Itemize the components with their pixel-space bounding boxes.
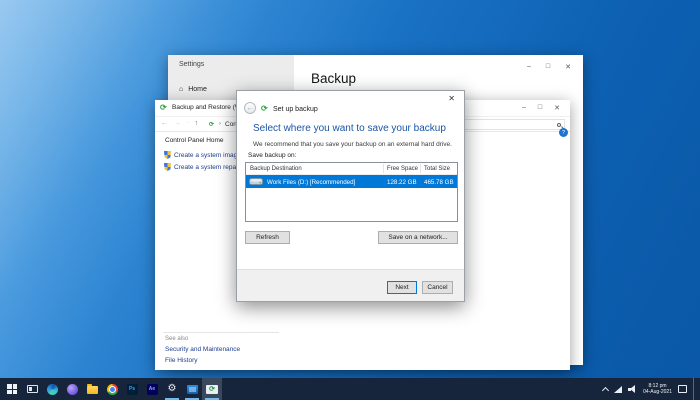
taskbar: Ps Ae ⚙ ⟳ 8:12 pm 04-Aug-2021	[0, 378, 700, 400]
close-icon[interactable]: ✕	[448, 94, 455, 103]
backup-restore-icon: ⟳	[206, 385, 218, 394]
taskbar-item-backup-restore[interactable]: ⟳	[202, 378, 222, 400]
column-divider	[383, 164, 384, 173]
uac-shield-icon	[164, 163, 171, 171]
drive-row-selected[interactable]: Work Files (D:) [Recommended] 128.22 GB …	[246, 175, 457, 188]
maximize-icon[interactable]: □	[538, 104, 542, 112]
cortana-icon	[67, 384, 78, 395]
home-label: Home	[188, 86, 207, 93]
save-backup-on-label: Save backup on:	[248, 152, 296, 159]
breadcrumb-chevron-icon[interactable]: ›	[219, 121, 221, 127]
security-maintenance-link[interactable]: Security and Maintenance	[165, 346, 240, 353]
folder-icon	[87, 386, 98, 394]
settings-window-title: Settings	[179, 61, 204, 68]
after-effects-icon: Ae	[147, 384, 158, 395]
settings-page-title: Backup	[311, 71, 356, 86]
back-arrow-icon: ←	[247, 105, 254, 112]
edge-icon	[47, 384, 58, 395]
close-icon[interactable]: ✕	[554, 104, 560, 112]
divider	[163, 332, 279, 333]
gear-icon: ⚙	[168, 384, 177, 394]
taskbar-item-edge[interactable]	[42, 378, 62, 400]
dialog-footer: Next Cancel	[237, 269, 464, 301]
drive-free-space: 128.22 GB	[387, 179, 417, 186]
taskbar-item-control-panel[interactable]	[182, 378, 202, 400]
photoshop-icon: Ps	[127, 384, 138, 395]
save-on-network-button[interactable]: Save on a network...	[378, 231, 458, 244]
drive-name: Work Files (D:) [Recommended]	[267, 179, 355, 186]
file-history-link[interactable]: File History	[165, 357, 198, 364]
dialog-title: Set up backup	[273, 106, 318, 113]
windows-logo-icon	[7, 384, 17, 394]
next-button[interactable]: Next	[387, 281, 417, 294]
minimize-icon[interactable]: –	[527, 63, 531, 71]
taskbar-item-settings[interactable]: ⚙	[162, 378, 182, 400]
backup-destination-list: Backup Destination Free Space Total Size…	[245, 162, 458, 222]
maximize-icon[interactable]: □	[546, 63, 550, 71]
desktop: Settings – □ ✕ ⌂ Home Backup ⟳ Backup an…	[0, 0, 700, 400]
forward-icon[interactable]: →	[174, 120, 181, 128]
list-header: Backup Destination Free Space Total Size	[246, 163, 457, 175]
sidebar-item-home[interactable]: ⌂ Home	[179, 86, 207, 93]
navigation-buttons: ← → ˇ ↑	[161, 120, 198, 128]
taskbar-item-chrome[interactable]	[102, 378, 122, 400]
back-button[interactable]: ←	[244, 102, 256, 114]
search-input[interactable]	[457, 119, 565, 130]
start-button[interactable]	[2, 378, 22, 400]
dialog-heading: Select where you want to save your backu…	[253, 123, 446, 134]
help-icon[interactable]: ?	[559, 128, 568, 137]
create-system-image-link[interactable]: Create a system image	[164, 151, 241, 159]
speaker-icon[interactable]	[628, 385, 637, 393]
taskbar-clock[interactable]: 8:12 pm 04-Aug-2021	[643, 383, 672, 395]
home-icon: ⌂	[179, 86, 183, 93]
close-icon[interactable]: ✕	[565, 63, 571, 71]
taskbar-item-cortana[interactable]	[62, 378, 82, 400]
settings-caption-buttons: – □ ✕	[527, 63, 571, 71]
setup-backup-dialog: ✕ ← ⟳ Set up backup Select where you wan…	[236, 90, 465, 302]
taskbar-item-file-explorer[interactable]	[82, 378, 102, 400]
column-header-free-space[interactable]: Free Space	[387, 166, 418, 172]
task-view-icon	[27, 385, 38, 393]
history-dropdown-icon[interactable]: ˇ	[187, 122, 189, 128]
action-center-icon[interactable]	[678, 385, 687, 393]
control-panel-home-link[interactable]: Control Panel Home	[165, 137, 224, 144]
control-panel-icon	[187, 385, 198, 394]
column-header-total-size[interactable]: Total Size	[424, 166, 450, 172]
taskbar-icons: Ps Ae ⚙ ⟳	[0, 378, 222, 400]
show-hidden-icons-chevron[interactable]	[602, 386, 609, 393]
taskbar-item-photoshop[interactable]: Ps	[122, 378, 142, 400]
up-icon[interactable]: ↑	[195, 120, 199, 128]
drive-total-size: 465.78 GB	[424, 179, 454, 186]
system-tray: 8:12 pm 04-Aug-2021	[603, 378, 700, 400]
cancel-button[interactable]: Cancel	[422, 281, 453, 294]
minimize-icon[interactable]: –	[522, 104, 526, 112]
hard-drive-icon	[249, 177, 263, 186]
column-divider	[420, 164, 421, 173]
refresh-button[interactable]: Refresh	[245, 231, 290, 244]
back-icon[interactable]: ←	[161, 120, 168, 128]
dialog-description: We recommend that you save your backup o…	[253, 141, 452, 148]
network-signal-icon[interactable]	[614, 386, 622, 393]
search-icon	[557, 123, 561, 127]
taskbar-item-after-effects[interactable]: Ae	[142, 378, 162, 400]
backup-restore-app-icon: ⟳	[160, 103, 167, 112]
backup-icon: ⟳	[261, 104, 268, 113]
task-view-button[interactable]	[22, 378, 42, 400]
breadcrumb-app-icon: ⟳	[209, 121, 214, 128]
show-desktop-button[interactable]	[693, 378, 697, 400]
window-caption-buttons: – □ ✕	[522, 104, 560, 112]
column-header-destination[interactable]: Backup Destination	[250, 166, 302, 172]
see-also-heading: See also	[165, 336, 188, 342]
chrome-icon	[107, 384, 118, 395]
clock-date: 04-Aug-2021	[643, 389, 672, 395]
task-label: Create a system image	[174, 152, 241, 159]
uac-shield-icon	[164, 151, 171, 159]
